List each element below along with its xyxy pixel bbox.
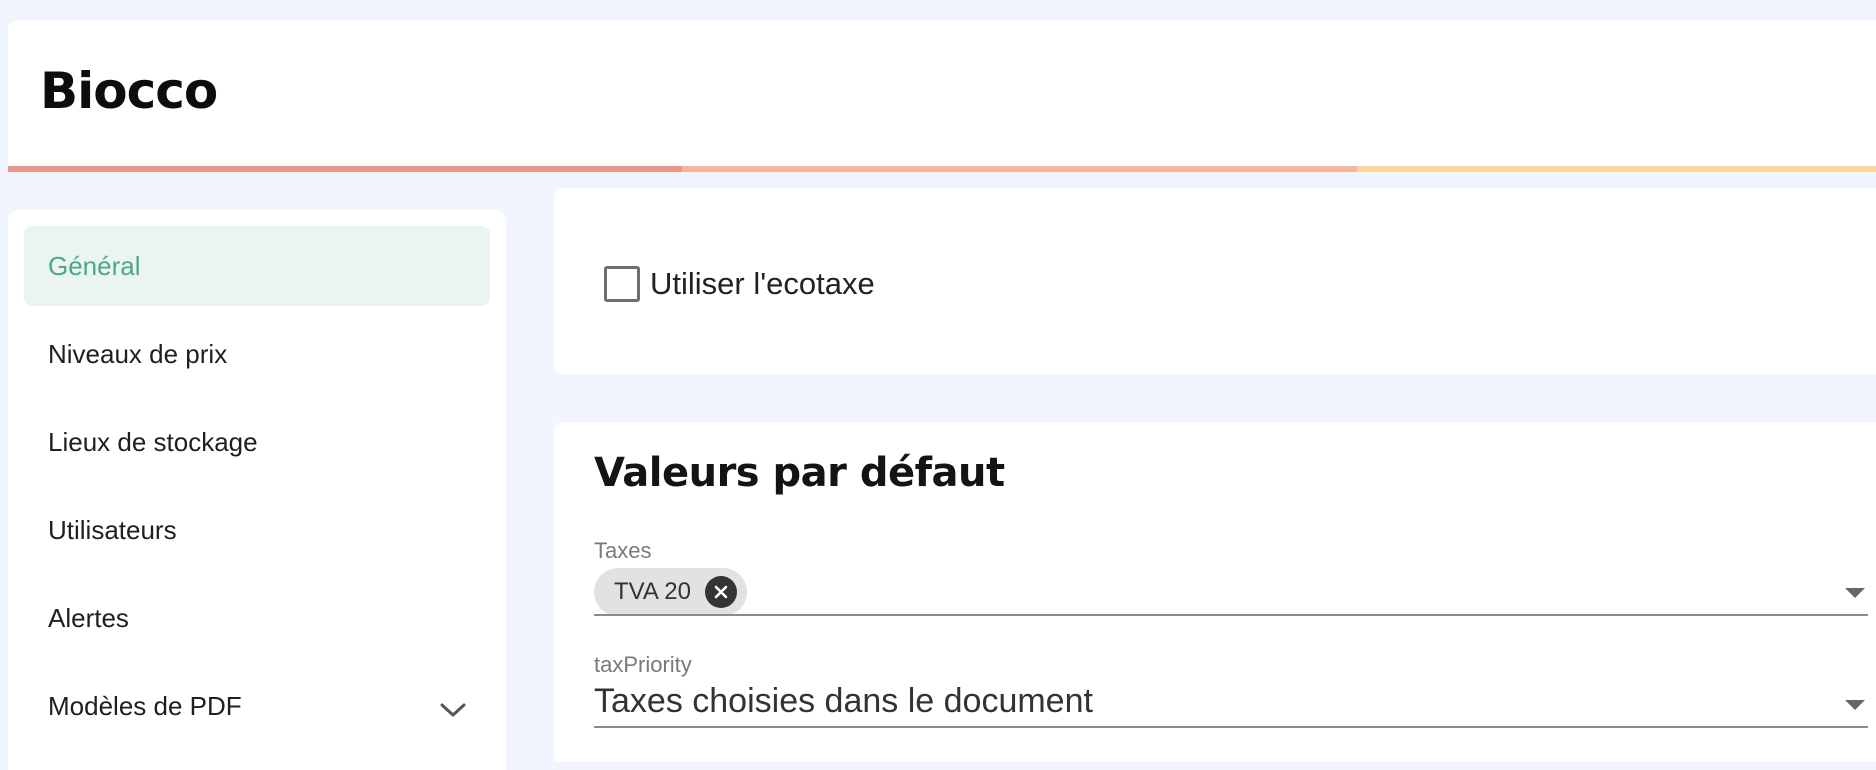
tax-priority-label: taxPriority: [594, 652, 692, 677]
sidebar-item-label: Général: [48, 250, 141, 281]
chevron-down-icon[interactable]: [440, 694, 466, 725]
chip-remove-icon[interactable]: [704, 576, 737, 608]
sidebar-item-general[interactable]: Général: [24, 226, 490, 306]
taxes-label: Taxes: [594, 538, 652, 563]
tax-chip-label: TVA 20: [614, 578, 691, 605]
sidebar-item-label: Utilisateurs: [48, 514, 177, 545]
accent-bar: [8, 166, 1876, 172]
app-header: Biocco: [8, 20, 1876, 172]
accent-segment-1: [8, 166, 683, 172]
taxes-select[interactable]: [594, 614, 1868, 616]
tax-priority-select-value[interactable]: Taxes choisies dans le document: [594, 682, 1093, 721]
accent-segment-3: [1356, 166, 1876, 172]
ecotaxe-checkbox[interactable]: [604, 266, 640, 302]
tax-chip: TVA 20: [594, 568, 747, 616]
sidebar-item-label: Niveaux de prix: [48, 338, 228, 369]
ecotaxe-checkbox-row[interactable]: Utiliser l'ecotaxe: [604, 266, 875, 302]
taxes-dropdown-arrow-icon[interactable]: [1844, 586, 1866, 604]
section-title: Valeurs par défaut: [594, 450, 1005, 496]
sidebar-item-label: Lieux de stockage: [48, 426, 258, 457]
sidebar-item-label: Alertes: [48, 602, 129, 633]
settings-sidebar: Général Niveaux de prix Lieux de stockag…: [8, 210, 506, 770]
ecotaxe-card: Utiliser l'ecotaxe: [554, 188, 1876, 374]
ecotaxe-label: Utiliser l'ecotaxe: [650, 266, 875, 301]
accent-segment-2: [682, 166, 1357, 172]
app-title: Biocco: [40, 62, 218, 120]
defaults-card: Valeurs par défaut Taxes TVA 20 taxPrior…: [554, 422, 1876, 762]
sidebar-item-price-levels[interactable]: Niveaux de prix: [24, 314, 490, 394]
sidebar-item-label: Modèles de PDF: [48, 690, 242, 721]
tax-priority-dropdown-arrow-icon[interactable]: [1844, 698, 1866, 716]
sidebar-item-alerts[interactable]: Alertes: [24, 578, 490, 658]
sidebar-item-pdf-templates[interactable]: Modèles de PDF: [24, 666, 490, 746]
sidebar-item-storage-locations[interactable]: Lieux de stockage: [24, 402, 490, 482]
sidebar-item-users[interactable]: Utilisateurs: [24, 490, 490, 570]
tax-priority-select[interactable]: [594, 726, 1868, 728]
